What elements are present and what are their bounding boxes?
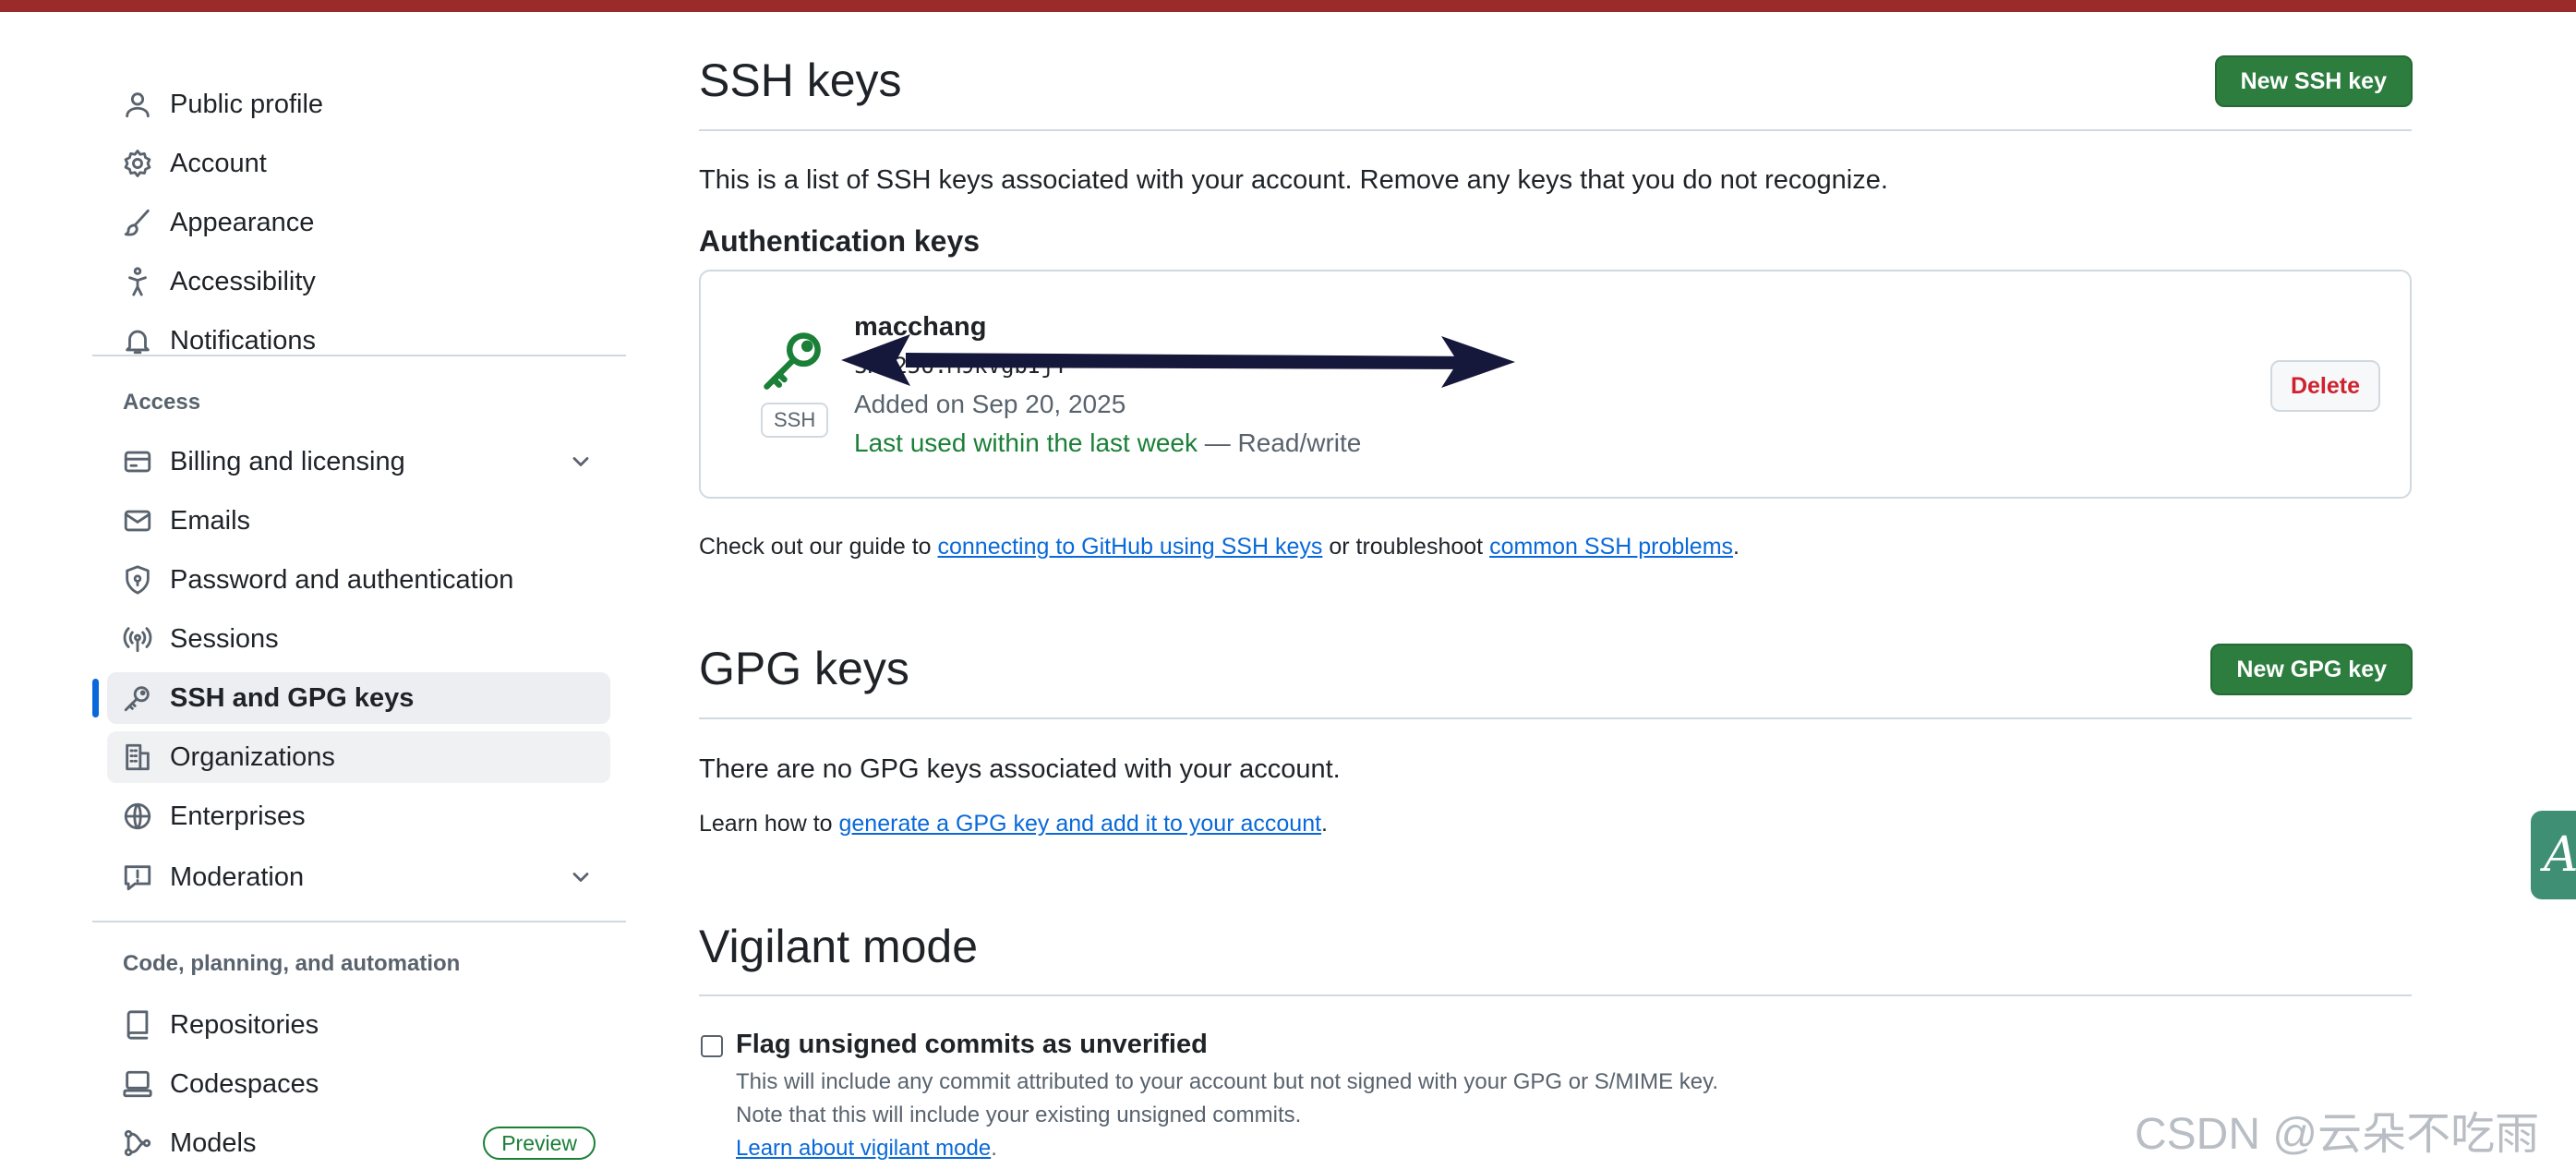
vigilant-learn-line: Learn about vigilant mode. (736, 1136, 997, 1162)
sidebar-divider (92, 921, 626, 922)
sidebar-item-ssh-gpg-keys[interactable]: SSH and GPG keys (92, 672, 610, 724)
vigilant-desc-2: Note that this will include your existin… (736, 1103, 1302, 1127)
accessibility-icon (120, 264, 155, 299)
vigilant-mode-checkbox[interactable] (701, 1035, 723, 1057)
section-divider (699, 717, 2412, 719)
generate-gpg-key-link[interactable]: generate a GPG key and add it to your ac… (839, 811, 1322, 837)
ssh-keys-title: SSH keys (699, 54, 902, 106)
bell-icon (120, 323, 155, 358)
sidebar-item-public-profile[interactable]: Public profile (107, 78, 610, 130)
sidebar-item-moderation[interactable]: Moderation (107, 851, 610, 903)
csdn-watermark: CSDN @云朵不吃雨 (2135, 1110, 2540, 1159)
sidebar-item-models[interactable]: Models Preview (107, 1117, 610, 1169)
new-ssh-key-button[interactable]: New SSH key (2214, 55, 2413, 107)
sidebar-item-billing[interactable]: Billing and licensing (107, 436, 610, 488)
preview-badge: Preview (483, 1127, 596, 1160)
key-icon (758, 327, 828, 397)
ssh-key-added-date: Added on Sep 20, 2025 (854, 390, 1126, 418)
redaction-arrow-scribble (841, 334, 1515, 388)
ssh-type-badge: SSH (761, 403, 829, 438)
guide-middle: or troubleshoot (1322, 534, 1490, 560)
sidebar-item-label: Accessibility (170, 266, 316, 296)
key-icon (120, 681, 155, 716)
sidebar-item-label: Models (170, 1127, 257, 1158)
guide-suffix: . (1733, 534, 1739, 560)
sidebar-item-appearance[interactable]: Appearance (107, 197, 610, 248)
sidebar-item-label: Notifications (170, 325, 316, 356)
shield-lock-icon (120, 562, 155, 597)
ssh-key-card: SSH macchang SHA256:M9kVgbIjT Added on S… (699, 270, 2412, 499)
sidebar-item-account[interactable]: Account (107, 138, 610, 189)
sidebar-divider (92, 355, 626, 356)
sidebar-item-label: Billing and licensing (170, 446, 405, 476)
vigilant-mode-title: Vigilant mode (699, 921, 979, 972)
gear-icon (120, 146, 155, 181)
chevron-down-icon[interactable] (568, 864, 594, 890)
sidebar-item-label: Sessions (170, 623, 279, 654)
gpg-keys-title: GPG keys (699, 643, 909, 694)
sidebar-item-label: Password and authentication (170, 564, 514, 595)
sidebar-section-code: Code, planning, and automation (123, 951, 461, 976)
codespaces-icon (120, 1067, 155, 1102)
sidebar-item-notifications[interactable]: Notifications (107, 315, 610, 367)
ssh-connect-guide-link[interactable]: connecting to GitHub using SSH keys (938, 534, 1323, 560)
sidebar-item-codespaces[interactable]: Codespaces (107, 1058, 610, 1110)
sidebar-item-password[interactable]: Password and authentication (107, 554, 610, 606)
sidebar-item-label: Public profile (170, 89, 324, 119)
section-divider (699, 129, 2412, 131)
active-indicator (92, 679, 99, 717)
access-level-text: — Read/write (1197, 428, 1362, 457)
sidebar-item-enterprises[interactable]: Enterprises (107, 790, 610, 842)
gpg-learn-text: Learn how to generate a GPG key and add … (699, 811, 1328, 838)
mail-icon (120, 503, 155, 538)
gpg-empty-text: There are no GPG keys associated with yo… (699, 754, 1341, 784)
paintbrush-icon (120, 205, 155, 240)
sidebar-item-label: Moderation (170, 862, 305, 892)
sidebar-item-emails[interactable]: Emails (107, 495, 610, 547)
ssh-problems-link[interactable]: common SSH problems (1489, 534, 1733, 560)
authentication-keys-heading: Authentication keys (699, 224, 981, 258)
chevron-down-icon[interactable] (568, 449, 594, 475)
ssh-intro-text: This is a list of SSH keys associated wi… (699, 165, 1888, 195)
section-divider (699, 994, 2412, 996)
credit-card-icon (120, 444, 155, 479)
sidebar-item-sessions[interactable]: Sessions (107, 613, 610, 665)
report-icon (120, 860, 155, 895)
sidebar-item-organizations[interactable]: Organizations (107, 731, 610, 783)
delete-ssh-key-button[interactable]: Delete (2269, 360, 2380, 412)
sidebar-item-repositories[interactable]: Repositories (107, 999, 610, 1051)
sidebar-item-label: Enterprises (170, 801, 306, 831)
sidebar-item-label: Account (170, 148, 267, 178)
sidebar-item-label: Appearance (170, 207, 315, 237)
globe-icon (120, 799, 155, 834)
vigilant-desc-1: This will include any commit attributed … (736, 1069, 1719, 1094)
top-color-bar (0, 0, 2576, 12)
ssh-guide-text: Check out our guide to connecting to Git… (699, 534, 1739, 560)
learn-suffix: . (1321, 811, 1328, 837)
new-gpg-key-button[interactable]: New GPG key (2210, 644, 2413, 695)
broadcast-icon (120, 621, 155, 657)
guide-prefix: Check out our guide to (699, 534, 938, 560)
sidebar-section-access: Access (123, 390, 201, 415)
last-used-text: Last used within the last week (854, 428, 1198, 457)
sidebar-item-label: Organizations (170, 741, 335, 772)
organization-icon (120, 740, 155, 775)
models-icon (120, 1126, 155, 1161)
sidebar-item-label: SSH and GPG keys (170, 682, 415, 713)
ssh-key-usage: Last used within the last week — Read/wr… (854, 428, 1361, 458)
sidebar-item-label: Emails (170, 505, 251, 536)
sidebar-item-label: Codespaces (170, 1068, 319, 1099)
learn-vigilant-mode-link[interactable]: Learn about vigilant mode (736, 1136, 991, 1161)
sidebar-item-label: Repositories (170, 1009, 319, 1040)
learn-suffix: . (991, 1136, 997, 1161)
vigilant-mode-checkbox-label[interactable]: Flag unsigned commits as unverified (736, 1030, 1208, 1060)
repo-icon (120, 1007, 155, 1042)
sidebar-item-accessibility[interactable]: Accessibility (107, 256, 610, 307)
learn-prefix: Learn how to (699, 811, 839, 837)
floating-tab-glyph: A (2544, 827, 2576, 883)
person-icon (120, 87, 155, 122)
floating-side-tab[interactable]: A (2531, 811, 2576, 899)
